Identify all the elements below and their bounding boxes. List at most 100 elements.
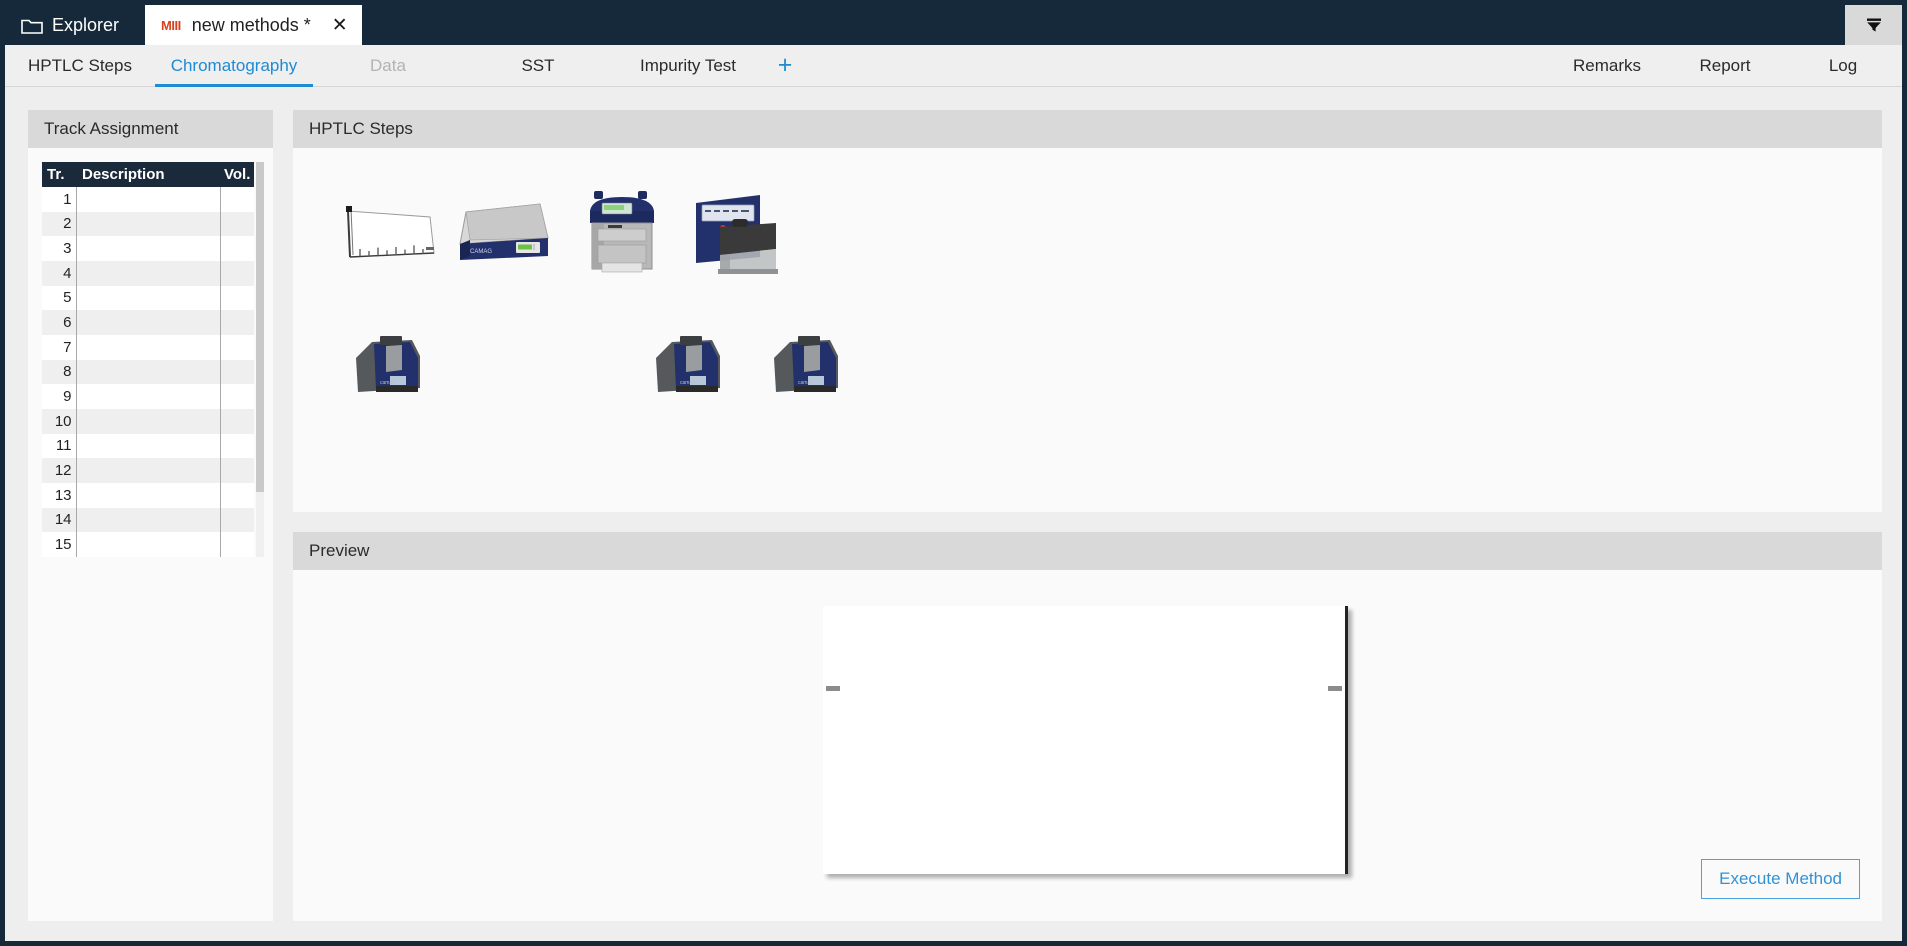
titlebar-spacer: [362, 5, 1845, 45]
hptlc-plate-preview[interactable]: [823, 606, 1348, 874]
svg-text:CAMAG: CAMAG: [470, 249, 492, 255]
tab-report[interactable]: Report: [1666, 45, 1784, 86]
cell-volume[interactable]: [220, 508, 254, 533]
table-row[interactable]: 3: [42, 236, 254, 261]
cell-description[interactable]: [76, 261, 220, 286]
cell-description[interactable]: [76, 384, 220, 409]
table-row[interactable]: 5: [42, 286, 254, 311]
filter-button[interactable]: [1845, 5, 1902, 45]
cell-volume[interactable]: [220, 187, 254, 212]
cell-description[interactable]: [76, 409, 220, 434]
cell-track-number: 9: [42, 384, 76, 409]
preview-panel: Preview Execute Method: [293, 532, 1882, 921]
cell-description[interactable]: [76, 212, 220, 237]
cell-volume[interactable]: [220, 236, 254, 261]
visualizer-icon[interactable]: camag: [747, 316, 864, 416]
visualizer-icon[interactable]: camag: [329, 316, 446, 416]
cell-volume[interactable]: [220, 434, 254, 459]
table-row[interactable]: 4: [42, 261, 254, 286]
tab-label: Impurity Test: [640, 56, 736, 76]
cell-description[interactable]: [76, 286, 220, 311]
table-row[interactable]: 10: [42, 409, 254, 434]
table-row[interactable]: 12: [42, 458, 254, 483]
folder-icon: [21, 17, 43, 34]
table-row[interactable]: 2: [42, 212, 254, 237]
cell-track-number: 4: [42, 261, 76, 286]
cell-volume[interactable]: [220, 360, 254, 385]
cell-volume[interactable]: [220, 409, 254, 434]
cell-description[interactable]: [76, 187, 220, 212]
svg-text:camag: camag: [380, 380, 395, 386]
track-table-scrollbar[interactable]: [256, 162, 264, 557]
table-row[interactable]: 7: [42, 335, 254, 360]
cell-description[interactable]: [76, 483, 220, 508]
tab-data[interactable]: Data: [313, 45, 463, 86]
table-row[interactable]: 8: [42, 360, 254, 385]
ats-applicator-icon[interactable]: CAMAG: [446, 181, 563, 281]
nav-tab-bar: HPTLC Steps Chromatography Data SST Impu…: [5, 45, 1902, 87]
cell-track-number: 12: [42, 458, 76, 483]
right-column: HPTLC Steps: [293, 110, 1882, 921]
execute-method-button[interactable]: Execute Method: [1701, 859, 1860, 899]
add-tab-button[interactable]: +: [763, 45, 807, 86]
cell-volume[interactable]: [220, 212, 254, 237]
cell-description[interactable]: [76, 236, 220, 261]
method-logo-icon: MIII: [161, 19, 181, 32]
cell-volume[interactable]: [220, 286, 254, 311]
table-row[interactable]: 1: [42, 187, 254, 212]
cell-volume[interactable]: [220, 261, 254, 286]
cell-track-number: 10: [42, 409, 76, 434]
tab-hptlc-steps[interactable]: HPTLC Steps: [5, 45, 155, 86]
svg-text:camag: camag: [798, 380, 813, 386]
table-row[interactable]: 13: [42, 483, 254, 508]
tab-label: Data: [370, 56, 406, 76]
cell-volume[interactable]: [220, 483, 254, 508]
column-header-description[interactable]: Description: [76, 162, 220, 187]
scrollbar-thumb[interactable]: [256, 162, 264, 492]
cell-volume[interactable]: [220, 335, 254, 360]
plate-application-icon[interactable]: [329, 181, 446, 281]
title-bar: Explorer MIII new methods * ✕: [5, 5, 1902, 45]
plus-icon: +: [778, 51, 793, 80]
cell-description[interactable]: [76, 310, 220, 335]
preview-body: Execute Method: [293, 570, 1882, 921]
cell-description[interactable]: [76, 458, 220, 483]
table-row[interactable]: 9: [42, 384, 254, 409]
svg-text:camag: camag: [680, 380, 695, 386]
tick-mark-left-icon: [826, 686, 840, 691]
cell-volume[interactable]: [220, 310, 254, 335]
preview-header: Preview: [293, 532, 1882, 570]
panel-title: Track Assignment: [44, 119, 178, 139]
developing-chamber-icon[interactable]: [563, 181, 680, 281]
tab-sst[interactable]: SST: [463, 45, 613, 86]
close-icon[interactable]: ✕: [332, 16, 348, 35]
visualizer-icon[interactable]: camag: [629, 316, 746, 416]
table-row[interactable]: 14: [42, 508, 254, 533]
cell-volume[interactable]: [220, 532, 254, 557]
tab-impurity-test[interactable]: Impurity Test: [613, 45, 763, 86]
column-header-vol[interactable]: Vol.: [220, 162, 254, 187]
application-window: Explorer MIII new methods * ✕ HPTLC Step…: [0, 0, 1907, 946]
table-row[interactable]: 11: [42, 434, 254, 459]
steps-spacer: [446, 316, 629, 416]
panel-title: HPTLC Steps: [309, 119, 413, 139]
panel-title: Preview: [309, 541, 369, 561]
immersion-device-icon[interactable]: [680, 181, 797, 281]
cell-description[interactable]: [76, 360, 220, 385]
cell-volume[interactable]: [220, 384, 254, 409]
document-tab[interactable]: MIII new methods * ✕: [145, 5, 362, 45]
tab-remarks[interactable]: Remarks: [1548, 45, 1666, 86]
tab-label: Remarks: [1573, 56, 1641, 76]
cell-description[interactable]: [76, 532, 220, 557]
cell-description[interactable]: [76, 508, 220, 533]
document-tab-title: new methods *: [192, 15, 311, 36]
tab-log[interactable]: Log: [1784, 45, 1902, 86]
table-row[interactable]: 6: [42, 310, 254, 335]
cell-volume[interactable]: [220, 458, 254, 483]
column-header-tr[interactable]: Tr.: [42, 162, 76, 187]
cell-description[interactable]: [76, 335, 220, 360]
table-row[interactable]: 15: [42, 532, 254, 557]
tab-chromatography[interactable]: Chromatography: [155, 45, 313, 86]
explorer-tab[interactable]: Explorer: [5, 5, 145, 45]
cell-description[interactable]: [76, 434, 220, 459]
